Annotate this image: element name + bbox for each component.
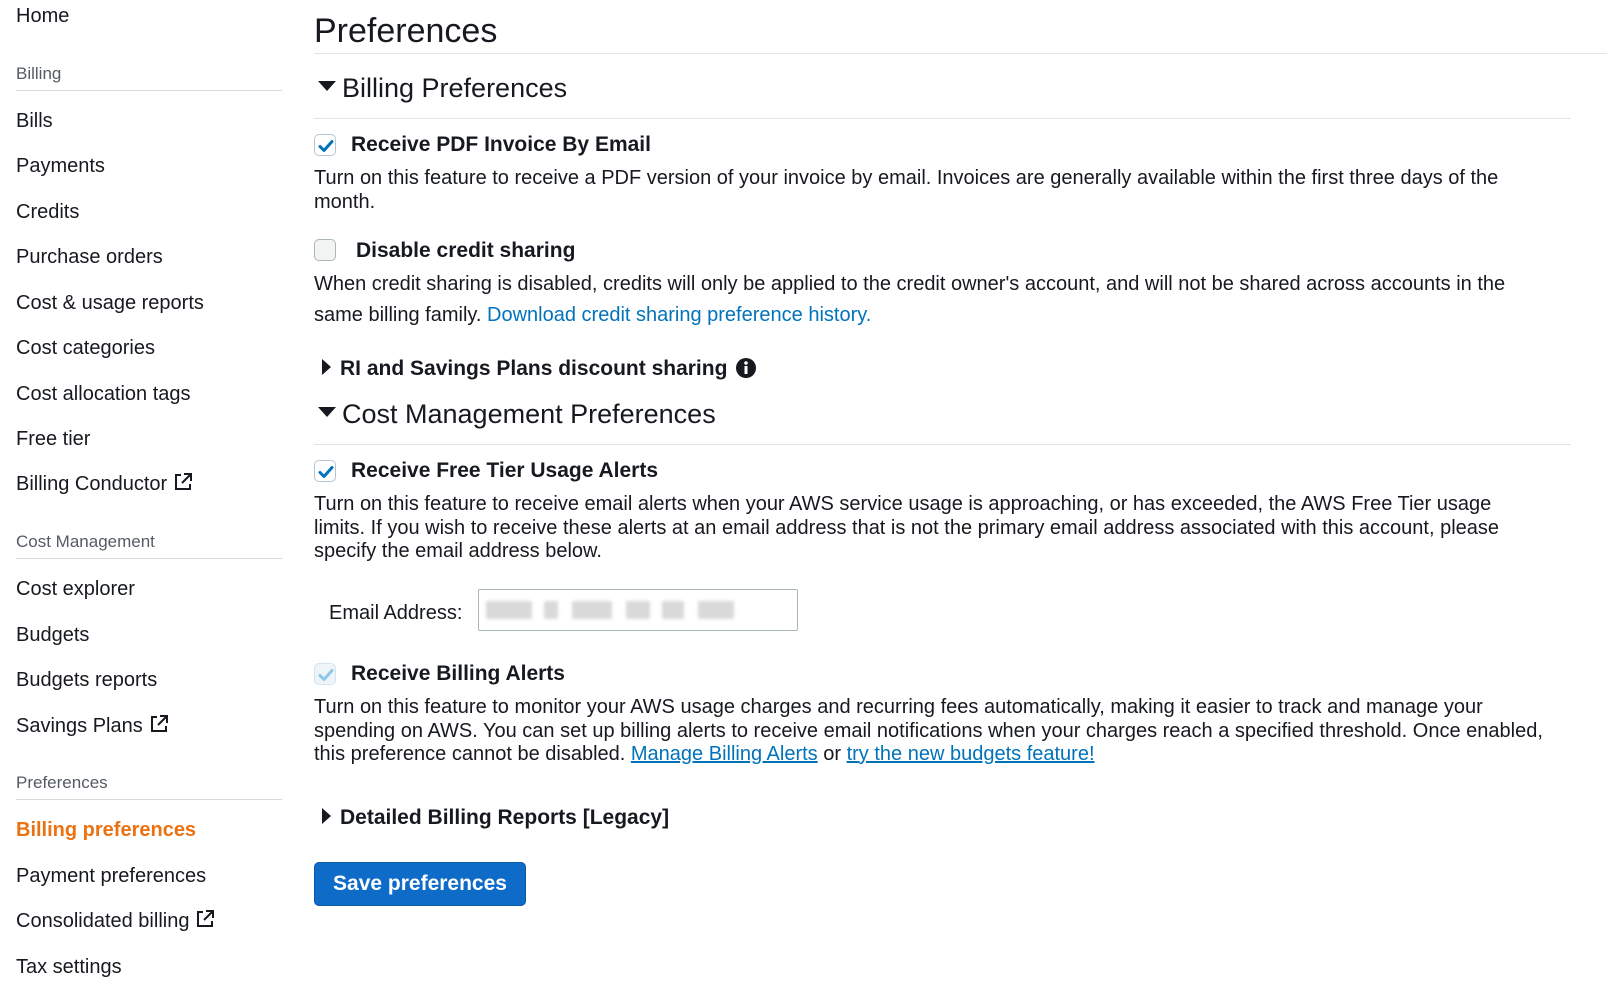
external-link-icon xyxy=(149,714,169,740)
sidebar-item-billing-conductor[interactable]: Billing Conductor xyxy=(16,472,193,498)
credit-sharing-description: When credit sharing is disabled, credits… xyxy=(314,269,1544,331)
billing-alerts-description: Turn on this feature to monitor your AWS… xyxy=(314,696,1544,767)
download-credit-history-link[interactable]: Download credit sharing preference histo… xyxy=(487,304,871,326)
sidebar-item-cost-allocation-tags[interactable]: Cost allocation tags xyxy=(16,382,191,406)
sidebar-item-purchase-orders[interactable]: Purchase orders xyxy=(16,245,163,269)
sidebar-item-bills[interactable]: Bills xyxy=(16,109,53,133)
divider xyxy=(314,444,1571,445)
info-icon[interactable] xyxy=(735,357,757,385)
main-content: Preferences Billing Preferences Receive … xyxy=(314,0,1607,1003)
ri-savings-sharing-label: RI and Savings Plans discount sharing xyxy=(340,357,728,380)
free-tier-description: Turn on this feature to receive email al… xyxy=(314,493,1499,562)
pdf-invoice-checkbox[interactable] xyxy=(314,134,336,156)
section-heading: Billing Preferences xyxy=(342,73,568,103)
sidebar-header-billing: Billing xyxy=(16,64,282,91)
billing-alerts-checkbox xyxy=(314,663,336,685)
pdf-invoice-description: Turn on this feature to receive a PDF ve… xyxy=(314,167,1499,213)
sidebar-item-savings-plans[interactable]: Savings Plans xyxy=(16,714,169,740)
save-preferences-button[interactable]: Save preferences xyxy=(314,862,526,906)
sidebar-header-cost-management: Cost Management xyxy=(16,532,282,559)
billing-preferences-section-toggle[interactable]: Billing Preferences xyxy=(318,72,567,104)
caret-down-icon xyxy=(318,407,336,417)
divider xyxy=(314,118,1571,119)
manage-billing-alerts-link[interactable]: Manage Billing Alerts xyxy=(631,743,818,765)
sidebar-item-credits[interactable]: Credits xyxy=(16,200,79,224)
detailed-billing-reports-toggle[interactable]: Detailed Billing Reports [Legacy] xyxy=(322,806,669,830)
sidebar-item-label: Billing Conductor xyxy=(16,473,168,495)
sidebar-item-free-tier[interactable]: Free tier xyxy=(16,427,90,451)
caret-right-icon xyxy=(322,808,331,824)
caret-right-icon xyxy=(322,359,331,375)
sidebar-item-label: Savings Plans xyxy=(16,715,143,737)
pdf-invoice-label: Receive PDF Invoice By Email xyxy=(351,133,651,156)
or-text: or xyxy=(823,743,842,765)
sidebar-header-preferences: Preferences xyxy=(16,773,282,800)
sidebar-item-cost-explorer[interactable]: Cost explorer xyxy=(16,577,135,601)
disable-credit-sharing-checkbox[interactable] xyxy=(314,239,336,261)
check-icon xyxy=(318,140,334,152)
page-title: Preferences xyxy=(314,12,498,50)
free-tier-alerts-checkbox[interactable] xyxy=(314,460,336,482)
sidebar-item-cost-usage-reports[interactable]: Cost & usage reports xyxy=(16,291,204,315)
section-heading: Cost Management Preferences xyxy=(342,399,716,429)
sidebar-item-payment-preferences[interactable]: Payment preferences xyxy=(16,864,206,888)
sidebar-item-budgets-reports[interactable]: Budgets reports xyxy=(16,668,157,692)
disable-credit-sharing-label: Disable credit sharing xyxy=(356,239,576,262)
email-address-input[interactable] xyxy=(478,589,798,631)
try-budgets-link[interactable]: try the new budgets feature! xyxy=(847,743,1095,765)
sidebar-item-billing-preferences[interactable]: Billing preferences xyxy=(16,818,196,842)
detailed-billing-reports-label: Detailed Billing Reports [Legacy] xyxy=(340,806,670,829)
sidebar-item-cost-categories[interactable]: Cost categories xyxy=(16,336,155,360)
sidebar-item-payments[interactable]: Payments xyxy=(16,154,105,178)
external-link-icon xyxy=(173,472,193,498)
check-icon xyxy=(318,466,334,478)
sidebar-item-home[interactable]: Home xyxy=(16,4,69,28)
sidebar-item-tax-settings[interactable]: Tax settings xyxy=(16,955,122,979)
cost-management-section-toggle[interactable]: Cost Management Preferences xyxy=(318,398,716,430)
sidebar-item-consolidated-billing[interactable]: Consolidated billing xyxy=(16,909,215,935)
ri-savings-sharing-toggle[interactable]: RI and Savings Plans discount sharing xyxy=(322,357,757,385)
sidebar-item-label: Consolidated billing xyxy=(16,910,190,932)
free-tier-alerts-label: Receive Free Tier Usage Alerts xyxy=(351,459,659,482)
divider xyxy=(314,53,1607,54)
sidebar-item-budgets[interactable]: Budgets xyxy=(16,623,89,647)
caret-down-icon xyxy=(318,81,336,91)
external-link-icon xyxy=(195,909,215,935)
billing-alerts-label: Receive Billing Alerts xyxy=(351,662,565,685)
email-address-label: Email Address: xyxy=(329,602,463,624)
check-icon xyxy=(318,669,334,681)
